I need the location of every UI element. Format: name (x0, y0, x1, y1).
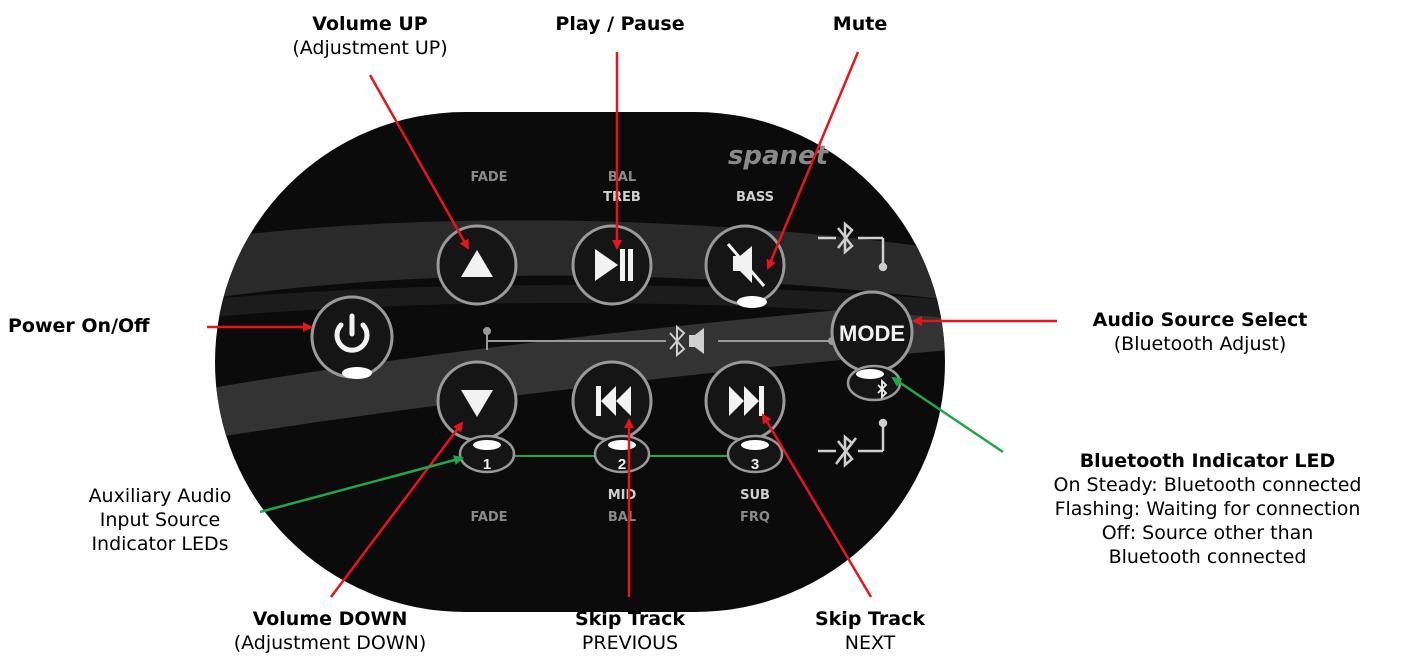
callout-volume-down-sub: (Adjustment DOWN) (233, 632, 427, 654)
callout-power: Power On/Off (8, 314, 150, 338)
skip-previous-button[interactable] (571, 360, 653, 442)
callout-bt-led-line-2: Flashing: Waiting for connection (1054, 498, 1361, 520)
power-button[interactable] (310, 295, 394, 379)
label-fade-bottom: FADE (470, 510, 507, 525)
volume-down-button[interactable] (436, 360, 518, 442)
callout-power-title: Power On/Off (8, 315, 150, 337)
mute-led (737, 296, 767, 308)
label-bal-bottom: BAL (608, 510, 636, 525)
callout-skip-prev: Skip Track PREVIOUS (540, 607, 720, 655)
callout-volume-up-title: Volume UP (312, 13, 428, 35)
label-treb: TREB (603, 190, 641, 205)
callout-mute-title: Mute (832, 13, 888, 35)
label-bass: BASS (736, 190, 774, 205)
callout-volume-down: Volume DOWN (Adjustment DOWN) (195, 607, 465, 655)
label-fade-top: FADE (470, 170, 507, 185)
power-led (342, 367, 372, 379)
bluetooth-led (856, 369, 884, 379)
callout-skip-next-sub: NEXT (844, 632, 896, 654)
callout-audio-source-title: Audio Source Select (1092, 309, 1308, 331)
callout-aux-line-3: Indicator LEDs (91, 533, 229, 555)
callout-bt-led-line-4: Bluetooth connected (1108, 546, 1307, 568)
callout-bt-led-line-3: Off: Source other than (1101, 522, 1314, 544)
mode-button[interactable]: MODE (830, 290, 914, 374)
volume-up-button[interactable] (436, 224, 518, 306)
callout-bt-led: Bluetooth Indicator LED On Steady: Bluet… (1000, 449, 1415, 569)
aux-led-1: 1 (458, 434, 516, 474)
callout-bt-led-line-1: On Steady: Bluetooth connected (1053, 474, 1362, 496)
aux-led-2: 2 (593, 434, 651, 474)
bluetooth-led-pod (846, 364, 902, 402)
mode-label: MODE (839, 321, 905, 346)
label-sub: SUB (740, 488, 770, 503)
callout-play-pause: Play / Pause (530, 12, 710, 36)
svg-text:2: 2 (618, 456, 626, 473)
callout-aux-line-1: Auxiliary Audio (88, 485, 232, 507)
callout-volume-up-sub: (Adjustment UP) (292, 37, 448, 59)
svg-text:3: 3 (751, 456, 759, 473)
callout-skip-prev-sub: PREVIOUS (581, 632, 679, 654)
callout-aux-line-2: Input Source (99, 509, 221, 531)
label-frq: FRQ (740, 510, 770, 525)
callout-audio-source: Audio Source Select (Bluetooth Adjust) (1050, 308, 1350, 356)
callout-volume-down-title: Volume DOWN (252, 608, 408, 630)
callout-skip-next-title: Skip Track (814, 608, 925, 630)
callout-bt-led-title: Bluetooth Indicator LED (1079, 450, 1336, 472)
callout-audio-source-sub: (Bluetooth Adjust) (1113, 333, 1287, 355)
aux-led-3: 3 (726, 434, 784, 474)
callout-play-pause-title: Play / Pause (555, 13, 685, 35)
callout-volume-up: Volume UP (Adjustment UP) (270, 12, 470, 60)
callout-mute: Mute (810, 12, 910, 36)
label-bal-top: BAL (608, 170, 636, 185)
callout-aux: Auxiliary Audio Input Source Indicator L… (60, 484, 260, 556)
svg-text:1: 1 (483, 456, 491, 473)
play-pause-button[interactable] (571, 224, 653, 306)
callout-skip-prev-title: Skip Track (574, 608, 685, 630)
callout-skip-next: Skip Track NEXT (780, 607, 960, 655)
label-mid: MID (608, 488, 637, 503)
